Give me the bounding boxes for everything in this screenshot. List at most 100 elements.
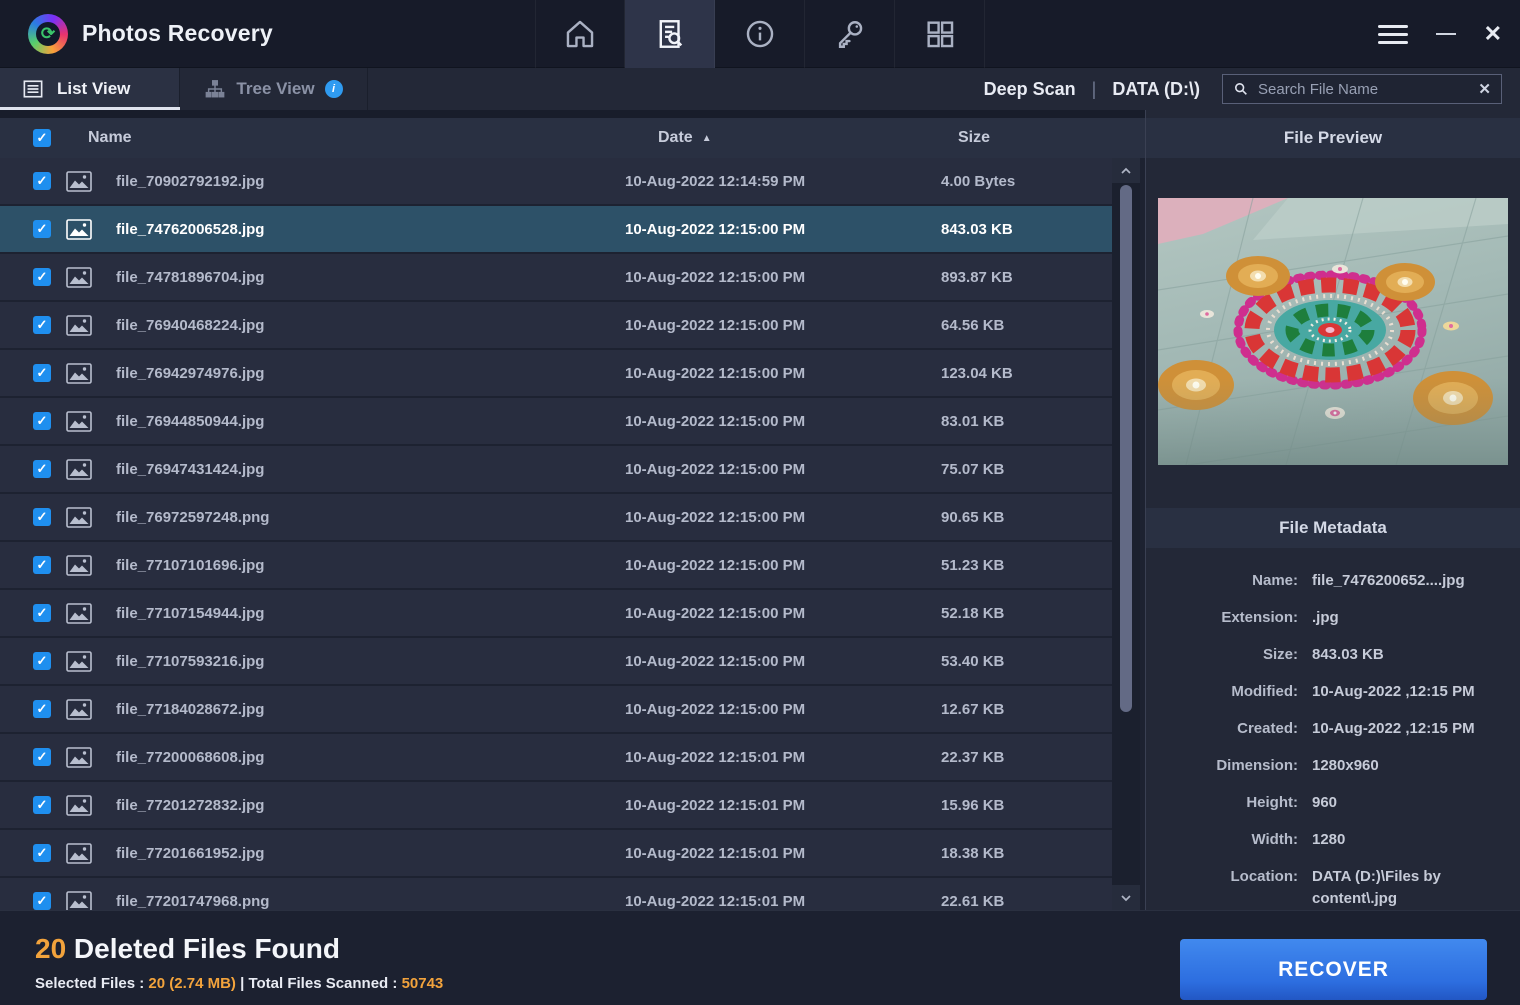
minimize-button[interactable]: [1434, 22, 1458, 46]
file-date: 10-Aug-2022 12:15:00 PM: [600, 317, 900, 334]
photo-file-icon: [66, 843, 92, 864]
file-metadata-title: File Metadata: [1146, 508, 1520, 548]
select-all-checkbox[interactable]: ✓: [33, 129, 51, 147]
file-row[interactable]: ✓ file_77201747968.png 10-Aug-2022 12:15…: [0, 878, 1112, 910]
file-preview-title: File Preview: [1146, 118, 1520, 158]
metadata-value: 1280x960: [1312, 755, 1502, 777]
photo-file-icon: [66, 171, 92, 192]
photo-file-icon: [66, 507, 92, 528]
photo-file-icon: [66, 267, 92, 288]
row-checkbox[interactable]: ✓: [33, 604, 51, 622]
nav-home-button[interactable]: [535, 0, 625, 68]
file-size: 64.56 KB: [900, 317, 1112, 334]
file-row[interactable]: ✓ file_77201272832.jpg 10-Aug-2022 12:15…: [0, 782, 1112, 828]
file-size: 75.07 KB: [900, 461, 1112, 478]
row-checkbox[interactable]: ✓: [33, 700, 51, 718]
file-row[interactable]: ✓ file_77200068608.jpg 10-Aug-2022 12:15…: [0, 734, 1112, 780]
row-checkbox[interactable]: ✓: [33, 460, 51, 478]
search-input[interactable]: [1258, 81, 1469, 98]
file-name: file_77201661952.jpg: [112, 845, 600, 862]
scroll-down-button[interactable]: [1112, 885, 1140, 910]
file-row[interactable]: ✓ file_70902792192.jpg 10-Aug-2022 12:14…: [0, 158, 1112, 204]
file-row[interactable]: ✓ file_76947431424.jpg 10-Aug-2022 12:15…: [0, 446, 1112, 492]
column-header-size[interactable]: Size: [900, 129, 1145, 147]
metadata-row: Created: 10-Aug-2022 ,12:15 PM: [1146, 718, 1508, 740]
row-checkbox[interactable]: ✓: [33, 364, 51, 382]
file-row[interactable]: ✓ file_77107593216.jpg 10-Aug-2022 12:15…: [0, 638, 1112, 684]
file-row[interactable]: ✓ file_76944850944.jpg 10-Aug-2022 12:15…: [0, 398, 1112, 444]
file-row[interactable]: ✓ file_76972597248.png 10-Aug-2022 12:15…: [0, 494, 1112, 540]
column-header-name[interactable]: Name: [66, 129, 600, 147]
metadata-label: Modified:: [1146, 681, 1298, 703]
file-date: 10-Aug-2022 12:15:01 PM: [600, 749, 900, 766]
window-controls: ✕: [1378, 0, 1502, 68]
row-checkbox[interactable]: ✓: [33, 316, 51, 334]
metadata-label: Location:: [1146, 866, 1298, 910]
file-row[interactable]: ✓ file_77184028672.jpg 10-Aug-2022 12:15…: [0, 686, 1112, 732]
file-row[interactable]: ✓ file_77107154944.jpg 10-Aug-2022 12:15…: [0, 590, 1112, 636]
metadata-row: Extension: .jpg: [1146, 607, 1508, 629]
metadata-value: 10-Aug-2022 ,12:15 PM: [1312, 681, 1502, 703]
scroll-up-button[interactable]: [1112, 158, 1140, 183]
file-name: file_77184028672.jpg: [112, 701, 600, 718]
row-checkbox[interactable]: ✓: [33, 220, 51, 238]
file-row[interactable]: ✓ file_74781896704.jpg 10-Aug-2022 12:15…: [0, 254, 1112, 300]
file-search-icon: [653, 17, 687, 51]
recover-button[interactable]: RECOVER: [1180, 939, 1487, 1000]
row-checkbox[interactable]: ✓: [33, 652, 51, 670]
row-checkbox[interactable]: ✓: [33, 748, 51, 766]
file-size: 22.61 KB: [900, 893, 1112, 910]
metadata-value: 1280: [1312, 829, 1502, 851]
list-view-icon: [22, 79, 44, 99]
close-button[interactable]: ✕: [1484, 23, 1502, 45]
column-header-date[interactable]: Date ▲: [600, 129, 900, 147]
row-checkbox[interactable]: ✓: [33, 892, 51, 910]
search-clear-icon[interactable]: ✕: [1478, 80, 1491, 98]
row-checkbox[interactable]: ✓: [33, 844, 51, 862]
nav-license-key-button[interactable]: [805, 0, 895, 68]
file-name: file_77107101696.jpg: [112, 557, 600, 574]
row-checkbox[interactable]: ✓: [33, 412, 51, 430]
file-row[interactable]: ✓ file_76940468224.jpg 10-Aug-2022 12:15…: [0, 302, 1112, 348]
file-date: 10-Aug-2022 12:15:00 PM: [600, 413, 900, 430]
file-date: 10-Aug-2022 12:15:00 PM: [600, 461, 900, 478]
metadata-row: Size: 843.03 KB: [1146, 644, 1508, 666]
file-size: 52.18 KB: [900, 605, 1112, 622]
file-name: file_77107593216.jpg: [112, 653, 600, 670]
scrollbar-thumb[interactable]: [1120, 185, 1132, 712]
nav-info-button[interactable]: [715, 0, 805, 68]
tab-tree-view[interactable]: Tree View i: [180, 68, 368, 110]
file-row[interactable]: ✓ file_74762006528.jpg 10-Aug-2022 12:15…: [0, 206, 1112, 252]
metadata-value: 10-Aug-2022 ,12:15 PM: [1312, 718, 1502, 740]
file-date: 10-Aug-2022 12:15:01 PM: [600, 797, 900, 814]
tree-view-info-icon[interactable]: i: [325, 80, 343, 98]
file-row[interactable]: ✓ file_77107101696.jpg 10-Aug-2022 12:15…: [0, 542, 1112, 588]
title-bar: ⟳ Photos Recovery ✕: [0, 0, 1520, 68]
row-checkbox[interactable]: ✓: [33, 268, 51, 286]
row-checkbox[interactable]: ✓: [33, 796, 51, 814]
row-checkbox[interactable]: ✓: [33, 508, 51, 526]
app-logo-icon: ⟳: [28, 14, 68, 54]
file-name: file_70902792192.jpg: [112, 173, 600, 190]
scan-separator: |: [1092, 79, 1097, 100]
file-row[interactable]: ✓ file_77201661952.jpg 10-Aug-2022 12:15…: [0, 830, 1112, 876]
view-toolbar: List View Tree View i Deep Scan | DATA (…: [0, 68, 1520, 110]
row-checkbox[interactable]: ✓: [33, 172, 51, 190]
metadata-label: Dimension:: [1146, 755, 1298, 777]
metadata-label: Height:: [1146, 792, 1298, 814]
list-scrollbar[interactable]: [1112, 158, 1140, 910]
menu-icon[interactable]: [1378, 25, 1408, 44]
metadata-row: Dimension: 1280x960: [1146, 755, 1508, 777]
file-size: 53.40 KB: [900, 653, 1112, 670]
nav-modules-button[interactable]: [895, 0, 985, 68]
scan-mode-label: Deep Scan: [984, 79, 1076, 100]
nav-scan-results-button[interactable]: [625, 0, 715, 68]
file-row[interactable]: ✓ file_76942974976.jpg 10-Aug-2022 12:15…: [0, 350, 1112, 396]
metadata-label: Name:: [1146, 570, 1298, 592]
scan-stats: Selected Files : 20 (2.74 MB) | Total Fi…: [35, 975, 443, 992]
file-size: 893.87 KB: [900, 269, 1112, 286]
row-checkbox[interactable]: ✓: [33, 556, 51, 574]
tab-list-view[interactable]: List View: [0, 68, 180, 110]
found-count: 20: [35, 933, 66, 964]
grid-icon: [923, 17, 957, 51]
